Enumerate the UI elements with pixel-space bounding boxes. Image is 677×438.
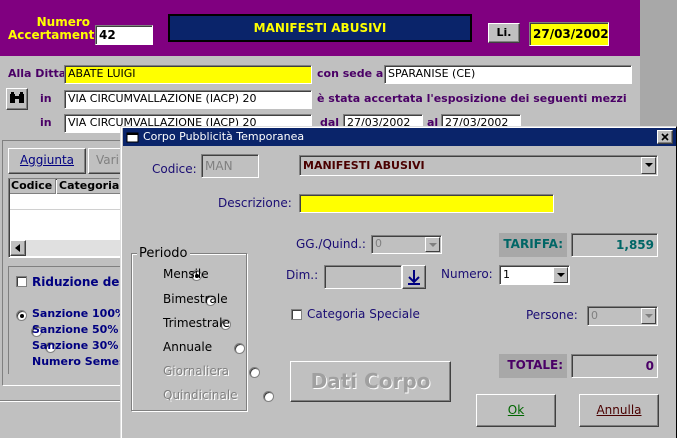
descrizione-input[interactable]	[299, 194, 554, 213]
codice-input[interactable]: MAN	[201, 154, 259, 178]
page-title: MANIFESTI ABUSIVI	[168, 14, 472, 42]
numero-accertamento-input[interactable]: 42	[95, 25, 153, 45]
sanzione-30-label: Sanzione 30% (	[32, 339, 128, 352]
trimestrale-label: Trimestrale	[163, 316, 230, 330]
dim-label: Dim.:	[286, 268, 319, 282]
mensile-label: Mensile	[163, 267, 209, 281]
dati-corpo-button[interactable]: Dati Corpo	[290, 361, 451, 402]
aggiunta-button[interactable]: Aggiunta	[8, 148, 86, 174]
li-button[interactable]: Li.	[488, 23, 520, 43]
arrow-left-icon	[15, 244, 20, 252]
numero-label: Numero:	[441, 267, 493, 281]
numero-label: Numero Accertamento:	[8, 15, 108, 42]
persone-select[interactable]: 0	[587, 306, 658, 326]
riduzione-checkbox[interactable]	[16, 276, 27, 287]
date-input[interactable]: 27/03/2002	[529, 22, 609, 46]
sede-input[interactable]: SPARANISE (CE)	[384, 65, 632, 84]
arrow-down-icon	[408, 270, 420, 285]
chevron-down-icon[interactable]	[553, 267, 568, 283]
table-row[interactable]	[10, 194, 120, 210]
column-categoria[interactable]: Categoria	[57, 179, 120, 194]
window-icon	[126, 132, 139, 143]
sede-label: con sede a	[317, 67, 384, 80]
ok-button[interactable]: Ok	[476, 394, 556, 427]
chevron-down-icon[interactable]	[641, 308, 656, 324]
radio-quindicinale[interactable]	[263, 390, 274, 402]
sanzione-100-label: Sanzione 100%	[32, 307, 127, 320]
codice-label: Codice:	[152, 162, 197, 176]
categoria-speciale-checkbox[interactable]	[291, 309, 302, 320]
indirizzo-input-1[interactable]: VIA CIRCUMVALLAZIONE (IACP) 20	[64, 90, 312, 109]
search-button[interactable]	[6, 88, 28, 110]
alla-ditta-label: Alla Ditta	[8, 67, 67, 80]
in-label-2: in	[40, 116, 52, 129]
categoria-select[interactable]: MANIFESTI ABUSIVI	[299, 155, 658, 176]
bottom-divider	[0, 400, 120, 402]
giornaliera-label: Giornaliera	[163, 364, 229, 378]
radio-giornaliera[interactable]	[248, 366, 260, 378]
accertata-text: è stata accertata l'esposizione dei segu…	[317, 92, 627, 105]
sanzione-100-radio[interactable]	[16, 309, 27, 321]
numero-select[interactable]: 1	[499, 265, 570, 285]
table-scrollbar[interactable]	[10, 240, 120, 256]
numero-semestri-label: Numero Semest	[32, 355, 131, 368]
totale-label: TOTALE:	[499, 354, 567, 378]
dialog-title-bar[interactable]: Corpo Pubblicità Temporanea	[123, 128, 676, 146]
tariffa-value: 1,859	[571, 233, 658, 257]
close-icon	[661, 133, 669, 141]
annulla-button[interactable]: Annulla	[579, 394, 659, 427]
dim-lookup-button[interactable]	[402, 265, 426, 289]
gg-quind-label: GG./Quind.:	[296, 237, 366, 251]
scroll-left-button[interactable]	[10, 240, 26, 256]
descrizione-label: Descrizione:	[218, 196, 292, 210]
dialog-title: Corpo Pubblicità Temporanea	[143, 130, 305, 143]
chevron-down-icon[interactable]	[641, 157, 656, 174]
gg-quind-select[interactable]: 0	[371, 235, 442, 254]
totale-value: 0	[571, 354, 658, 378]
tariffa-label: TARIFFA:	[499, 233, 567, 257]
bimestrale-label: Bimestrale	[163, 292, 228, 306]
quindicinale-label: Quindicinale	[163, 388, 238, 402]
column-codice[interactable]: Codice	[10, 179, 56, 194]
persone-label: Persone:	[526, 308, 578, 322]
sanzione-50-label: Sanzione 50%	[32, 323, 119, 336]
in-label-1: in	[40, 92, 52, 105]
close-button[interactable]	[657, 130, 673, 144]
radio-annuale[interactable]	[234, 342, 245, 354]
categoria-speciale-label: Categoria Speciale	[307, 307, 420, 321]
chevron-down-icon[interactable]	[425, 237, 440, 252]
annuale-label: Annuale	[163, 340, 213, 354]
dim-input[interactable]	[324, 265, 402, 289]
periodo-title: Periodo	[137, 246, 190, 261]
binoculars-icon	[10, 92, 24, 103]
ditta-input[interactable]: ABATE LUIGI	[64, 65, 312, 84]
